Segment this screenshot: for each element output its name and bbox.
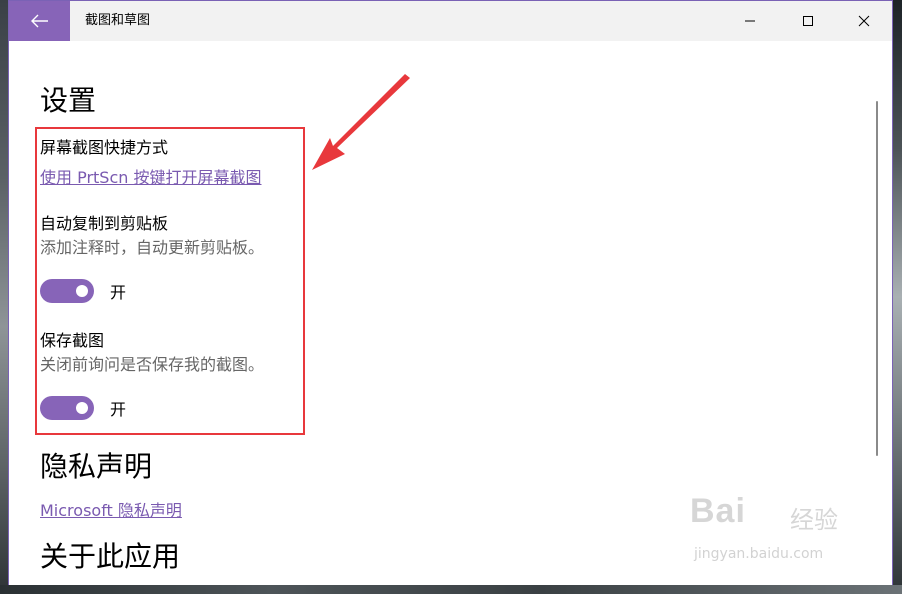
- annotation-highlight-box: [35, 127, 305, 435]
- back-button[interactable]: [9, 1, 70, 41]
- desktop-background-bottom: [0, 585, 902, 594]
- minimize-button[interactable]: [727, 1, 773, 41]
- desktop-background-right: [893, 0, 902, 594]
- close-button[interactable]: [841, 1, 887, 41]
- vertical-scrollbar[interactable]: [876, 101, 878, 456]
- privacy-heading: 隐私声明: [40, 450, 153, 483]
- close-icon: [858, 15, 870, 27]
- app-window: 截图和草图 设置 屏幕截图快捷方式 使用 PrtScn 按键打开屏幕截图 自动复…: [8, 0, 893, 585]
- maximize-icon: [803, 16, 813, 26]
- window-title: 截图和草图: [85, 13, 151, 28]
- minimize-icon: [745, 20, 755, 22]
- title-bar: 截图和草图: [9, 1, 892, 41]
- settings-heading: 设置: [40, 84, 97, 117]
- maximize-button[interactable]: [785, 1, 831, 41]
- privacy-link[interactable]: Microsoft 隐私声明: [40, 497, 182, 521]
- about-heading: 关于此应用: [40, 540, 181, 573]
- back-arrow-icon: [30, 14, 48, 28]
